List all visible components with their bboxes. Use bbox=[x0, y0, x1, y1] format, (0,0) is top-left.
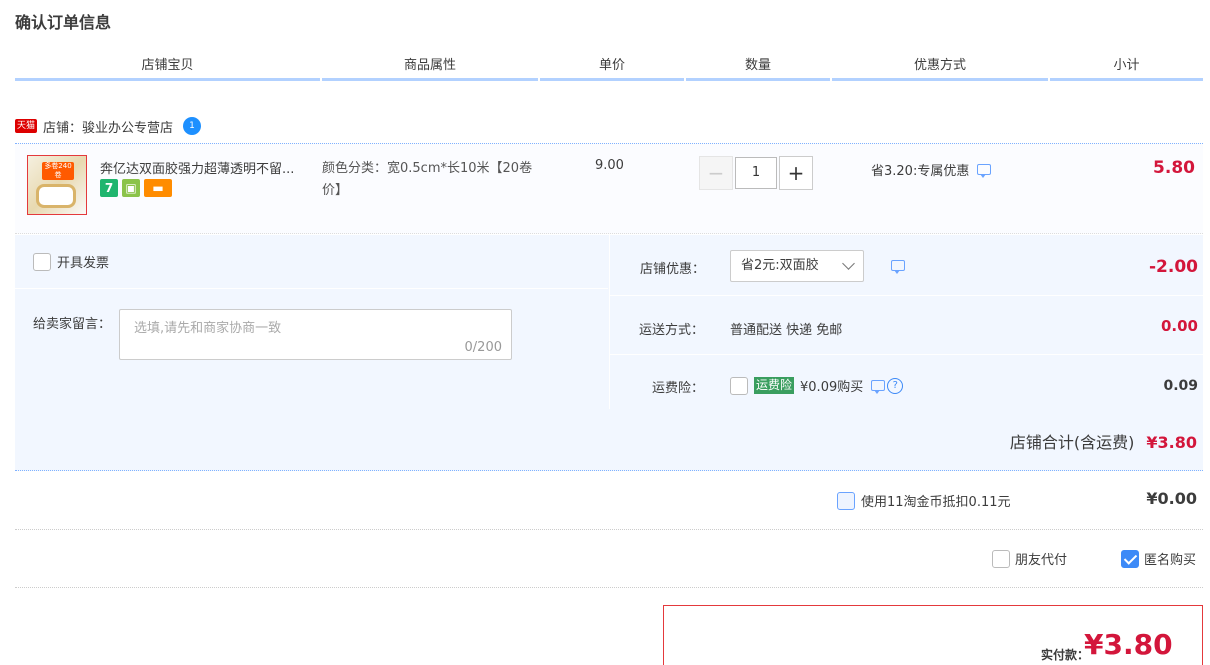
shop-total-label: 店铺合计(含运费) bbox=[1009, 433, 1135, 452]
qty-input[interactable]: 1 bbox=[735, 157, 777, 189]
promo-info: 省3.20:专属优惠 bbox=[871, 160, 992, 179]
product-thumbnail[interactable]: 多卷240卷 bbox=[27, 155, 87, 215]
insurance-checkbox[interactable] bbox=[730, 376, 748, 395]
insurance-tag: 运费险 bbox=[754, 377, 795, 394]
coin-option[interactable]: 使用11淘金币抵扣0.11元 bbox=[837, 491, 1011, 510]
col-unit-price: 单价 bbox=[540, 57, 684, 81]
item-row: 多卷240卷 奔亿达双面胶强力超薄透明不留... 7 ▣ ▬ 颜色分类：宽0.5… bbox=[15, 143, 1203, 234]
shipping-value: 0.00 bbox=[1160, 317, 1198, 335]
friend-pay-option[interactable]: 朋友代付 bbox=[992, 549, 1067, 568]
qty-plus-button[interactable]: + bbox=[779, 156, 813, 190]
invoice-checkbox[interactable] bbox=[33, 252, 51, 271]
shop-discount-row: 店铺优惠： 省2元:双面胶 -2.00 bbox=[610, 235, 1204, 296]
anonymous-option[interactable]: 匿名购买 bbox=[1121, 549, 1196, 568]
insurance-label: 运费险： bbox=[651, 381, 704, 396]
final-amount: ¥3.80 bbox=[1084, 628, 1173, 661]
shipping-method: 普通配送 快递 免邮 bbox=[730, 323, 843, 338]
col-attributes: 商品属性 bbox=[322, 57, 538, 81]
taobao-coin-row: 使用11淘金币抵扣0.11元 ¥0.00 bbox=[15, 472, 1203, 530]
anonymous-checkbox[interactable] bbox=[1121, 549, 1139, 568]
product-attributes: 颜色分类：宽0.5cm*长10米【20卷价】 bbox=[322, 161, 533, 198]
friend-pay-checkbox[interactable] bbox=[992, 549, 1010, 568]
invoice-option[interactable]: 开具发票 bbox=[33, 252, 109, 271]
message-label: 给卖家留言： bbox=[33, 317, 112, 332]
fees-section: 店铺优惠： 省2元:双面胶 -2.00 运送方式： 普通配送 快递 免邮 0.0… bbox=[609, 235, 1204, 409]
anonymous-label: 匿名购买 bbox=[1144, 553, 1197, 568]
page-title: 确认订单信息 bbox=[15, 13, 112, 32]
shop-discount-selected: 省2元:双面胶 bbox=[741, 258, 819, 273]
coin-value: ¥0.00 bbox=[1146, 489, 1197, 508]
shop-discount-select[interactable]: 省2元:双面胶 bbox=[730, 250, 864, 282]
qty-minus-button[interactable]: − bbox=[699, 156, 733, 190]
insurance-price: ¥0.09购买 bbox=[800, 380, 864, 395]
message-placeholder: 选填,请先和商家协商一致 bbox=[134, 321, 282, 336]
message-textarea[interactable]: 选填,请先和商家协商一致 0/200 bbox=[119, 309, 512, 360]
shop-discount-value: -2.00 bbox=[1149, 257, 1198, 277]
coin-checkbox[interactable] bbox=[837, 491, 855, 510]
insurance-row: 运费险： 运费险 ¥0.09购买 ? 0.09 bbox=[610, 356, 1204, 409]
message-char-count: 0/200 bbox=[464, 340, 502, 355]
tape-roll-image bbox=[36, 184, 76, 208]
service-icons: 7 ▣ ▬ bbox=[100, 179, 176, 197]
shop-total: 店铺合计(含运费) ¥3.80 bbox=[1010, 429, 1197, 453]
invoice-section: 开具发票 bbox=[15, 235, 608, 289]
guarantee-icon[interactable]: ▣ bbox=[122, 179, 140, 197]
final-label: 实付款： bbox=[1041, 648, 1090, 662]
col-quantity: 数量 bbox=[686, 57, 830, 81]
shop-discount-label: 店铺优惠： bbox=[639, 262, 705, 277]
insurance-value: 0.09 bbox=[1163, 378, 1198, 394]
item-subtotal: 5.80 bbox=[1153, 158, 1195, 178]
quantity-stepper: − 1 + bbox=[699, 156, 813, 190]
final-payment-box: 实付款： ¥3.80 bbox=[663, 605, 1203, 665]
promo-comment-icon[interactable] bbox=[977, 164, 992, 178]
message-section: 给卖家留言： 选填,请先和商家协商一致 0/200 bbox=[15, 290, 608, 409]
wangwang-chat-icon[interactable]: 1 bbox=[183, 117, 202, 135]
tmall-icon: 天猫 bbox=[15, 119, 38, 133]
coin-label: 使用11淘金币抵扣0.11元 bbox=[861, 495, 1011, 510]
friend-pay-label: 朋友代付 bbox=[1015, 553, 1068, 568]
col-discount: 优惠方式 bbox=[832, 57, 1048, 81]
product-title-link[interactable]: 奔亿达双面胶强力超薄透明不留... bbox=[100, 158, 315, 177]
seven-day-icon[interactable]: 7 bbox=[100, 179, 118, 197]
unit-price: 9.00 bbox=[595, 158, 624, 173]
payment-options-row: 朋友代付 匿名购买 bbox=[15, 531, 1203, 588]
col-subtotal: 小计 bbox=[1050, 57, 1203, 81]
column-header: 店铺宝贝 商品属性 单价 数量 优惠方式 小计 bbox=[15, 57, 1203, 81]
col-shop-item: 店铺宝贝 bbox=[15, 57, 320, 81]
thumb-badge: 多卷240卷 bbox=[42, 162, 74, 180]
shop-line: 天猫 店铺：骏业办公专营店 1 bbox=[15, 116, 202, 136]
shop-name[interactable]: 店铺：骏业办公专营店 bbox=[43, 117, 173, 136]
promo-text: 省3.20:专属优惠 bbox=[871, 164, 970, 179]
order-options-panel: 开具发票 给卖家留言： 选填,请先和商家协商一致 0/200 店铺优惠： 省2元… bbox=[15, 235, 1204, 471]
insurance-comment-icon[interactable] bbox=[871, 380, 886, 394]
shop-total-amount: ¥3.80 bbox=[1146, 433, 1197, 452]
help-icon[interactable]: ? bbox=[887, 377, 904, 394]
shipping-label: 运送方式： bbox=[638, 323, 704, 338]
discount-comment-icon[interactable] bbox=[891, 260, 905, 274]
chevron-down-icon bbox=[842, 257, 855, 270]
shipping-row: 运送方式： 普通配送 快递 免邮 0.00 bbox=[610, 297, 1204, 355]
credit-card-icon[interactable]: ▬ bbox=[144, 179, 172, 197]
invoice-label: 开具发票 bbox=[57, 256, 110, 271]
insurance-option[interactable]: 运费险 ¥0.09购买 ? bbox=[730, 376, 904, 395]
